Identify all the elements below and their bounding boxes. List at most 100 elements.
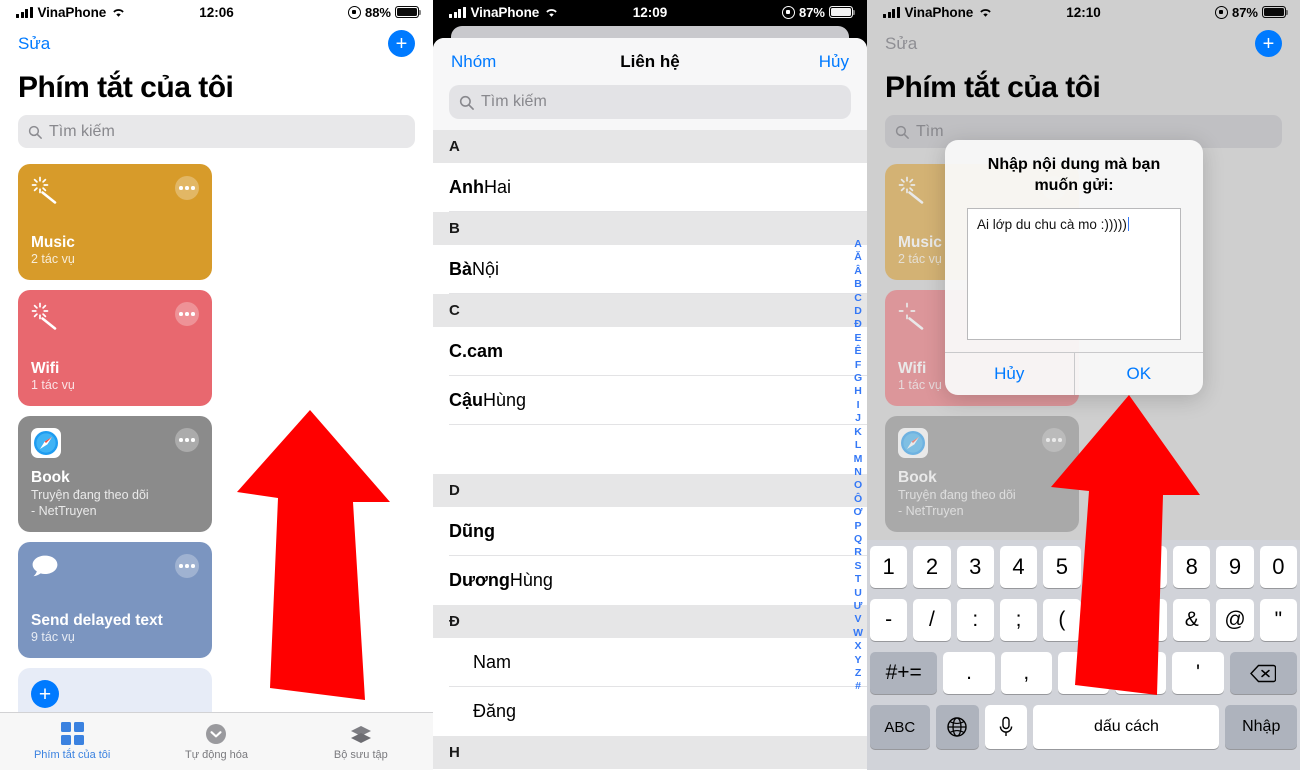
edit-button[interactable]: Sửa (18, 34, 50, 54)
alphabet-index-letter[interactable]: F (855, 359, 861, 372)
punctuation-key[interactable]: . (943, 652, 995, 694)
card-header (31, 428, 199, 458)
tab-gallery[interactable]: Bộ sưu tập (289, 723, 433, 761)
number-key[interactable]: 1 (870, 546, 908, 588)
tab-automation[interactable]: Tự động hóa (144, 723, 288, 761)
alphabet-index-letter[interactable]: J (855, 412, 861, 425)
add-shortcut-button[interactable]: + (1255, 30, 1282, 57)
symbol-key[interactable]: : (956, 599, 994, 641)
alphabet-index-letter[interactable]: I (857, 399, 860, 412)
shortcut-card-book[interactable]: Book Truyện đang theo dõi - NetTruyen (18, 416, 212, 532)
grid-icon (60, 722, 84, 745)
contact-row[interactable]: C.cam (433, 327, 867, 376)
contact-row[interactable]: Nam (433, 638, 867, 687)
contact-row[interactable]: Dũng (433, 507, 867, 556)
abc-key[interactable]: ABC (870, 705, 930, 749)
alert-ok-button[interactable]: OK (1075, 353, 1204, 395)
message-bubble-icon (32, 555, 58, 577)
alphabet-index-letter[interactable]: W (853, 627, 863, 640)
symbol-key[interactable]: ; (999, 599, 1038, 641)
signal-bars-icon (449, 6, 466, 18)
alphabet-index-letter[interactable]: N (854, 466, 862, 479)
contact-row[interactable]: Anh Hai (433, 163, 867, 212)
globe-key[interactable] (935, 705, 979, 749)
alphabet-index-letter[interactable]: U (854, 587, 862, 600)
symbols-key[interactable]: #+= (870, 652, 938, 694)
contact-row[interactable]: Cậu Hùng (433, 376, 867, 425)
card-more-button[interactable] (175, 428, 199, 452)
alphabet-index-letter[interactable]: K (854, 426, 862, 439)
alphabet-index-letter[interactable]: P (855, 520, 862, 533)
alphabet-index-letter[interactable]: E (855, 332, 862, 345)
dictation-key[interactable] (984, 705, 1028, 749)
card-title: Book (31, 468, 70, 486)
alphabet-index-letter[interactable]: L (855, 439, 861, 452)
alphabet-index-letter[interactable]: Đ (854, 318, 862, 331)
alphabet-index-letter[interactable]: G (854, 372, 862, 385)
alphabet-index-letter[interactable]: Ô (854, 493, 862, 506)
status-bar: VinaPhone 12:06 88% (0, 0, 433, 24)
wifi-icon (111, 7, 126, 18)
shortcut-card-wifi[interactable]: Wifi 1 tác vụ (18, 290, 212, 406)
alphabet-index-letter[interactable]: Ơ (854, 506, 863, 519)
number-key[interactable]: 3 (956, 546, 994, 588)
alphabet-index-letter[interactable]: D (854, 305, 862, 318)
alphabet-index-letter[interactable]: # (855, 680, 861, 693)
shortcut-card-send-delayed-text[interactable]: Send delayed text 9 tác vụ (18, 542, 212, 658)
symbol-key[interactable]: / (913, 599, 951, 641)
number-key[interactable]: 0 (1259, 546, 1297, 588)
battery-percent-label: 88% (364, 4, 391, 20)
alphabet-index-letter[interactable]: O (854, 479, 862, 492)
card-header (31, 176, 199, 204)
alphabet-index-letter[interactable]: Q (854, 533, 862, 546)
contacts-search-input[interactable]: Tìm kiếm (449, 85, 851, 119)
card-more-button[interactable] (175, 302, 199, 326)
backspace-key[interactable] (1229, 652, 1298, 694)
alphabet-index-letter[interactable]: C (854, 292, 862, 305)
alphabet-index-letter[interactable]: V (855, 613, 862, 626)
battery-percent-label: 87% (1231, 4, 1258, 20)
alphabet-index-letter[interactable]: X (855, 640, 862, 653)
card-more-button[interactable] (175, 554, 199, 578)
contact-row[interactable]: Dương Hùng (433, 556, 867, 605)
contact-name-bold: Anh (449, 177, 484, 197)
annotation-arrow (1051, 395, 1200, 695)
alphabet-index-letter[interactable]: A (854, 238, 862, 251)
contact-row[interactable]: Đăng (433, 687, 867, 736)
card-subtitle: 9 tác vụ (31, 630, 75, 645)
enter-key[interactable]: Nhập (1225, 705, 1297, 749)
space-key[interactable]: dấu cách (1033, 705, 1220, 749)
contact-row[interactable]: Bà Nội (433, 245, 867, 294)
number-key[interactable]: 2 (913, 546, 951, 588)
alphabet-index[interactable]: A Ă Â B C D Đ E Ê F G H I J K L M N O Ô Ơ P Q R S T U Ư V W X Y Z # (853, 238, 863, 694)
edit-button[interactable]: Sửa (885, 34, 917, 54)
card-more-button[interactable] (175, 176, 199, 200)
add-shortcut-button[interactable]: + (388, 30, 415, 57)
alphabet-index-letter[interactable]: Ê (855, 345, 862, 358)
alphabet-index-letter[interactable]: R (854, 546, 862, 559)
alphabet-index-letter[interactable]: T (855, 573, 861, 586)
rotation-lock-icon (347, 5, 361, 19)
symbol-key[interactable]: " (1259, 599, 1297, 641)
alphabet-index-letter[interactable]: H (854, 385, 862, 398)
alphabet-index-letter[interactable]: Ă (854, 251, 862, 264)
card-subtitle-line1: Truyện đang theo dõi (31, 487, 149, 502)
alphabet-index-letter[interactable]: M (854, 453, 863, 466)
alphabet-index-letter[interactable]: Ư (854, 600, 863, 613)
symbol-key[interactable]: - (870, 599, 908, 641)
alert-cancel-button[interactable]: Hủy (945, 352, 1075, 395)
tab-my-shortcuts[interactable]: Phím tắt của tôi (0, 722, 144, 761)
search-input[interactable]: Tìm kiếm (18, 115, 415, 148)
alert-text-input[interactable]: Ai lớp du chu cà mo :))))) (967, 207, 1181, 340)
number-key[interactable]: 9 (1216, 546, 1254, 588)
alphabet-index-letter[interactable]: B (854, 278, 862, 291)
contact-row-faded[interactable] (433, 425, 867, 474)
battery-icon (395, 6, 422, 18)
number-key[interactable]: 4 (999, 546, 1038, 588)
alphabet-index-letter[interactable]: S (855, 560, 862, 573)
shortcut-card-music[interactable]: Music 2 tác vụ (18, 164, 212, 280)
alphabet-index-letter[interactable]: Y (855, 654, 862, 667)
alphabet-index-letter[interactable]: Â (854, 265, 862, 278)
symbol-key[interactable]: @ (1216, 599, 1254, 641)
alphabet-index-letter[interactable]: Z (855, 667, 861, 680)
